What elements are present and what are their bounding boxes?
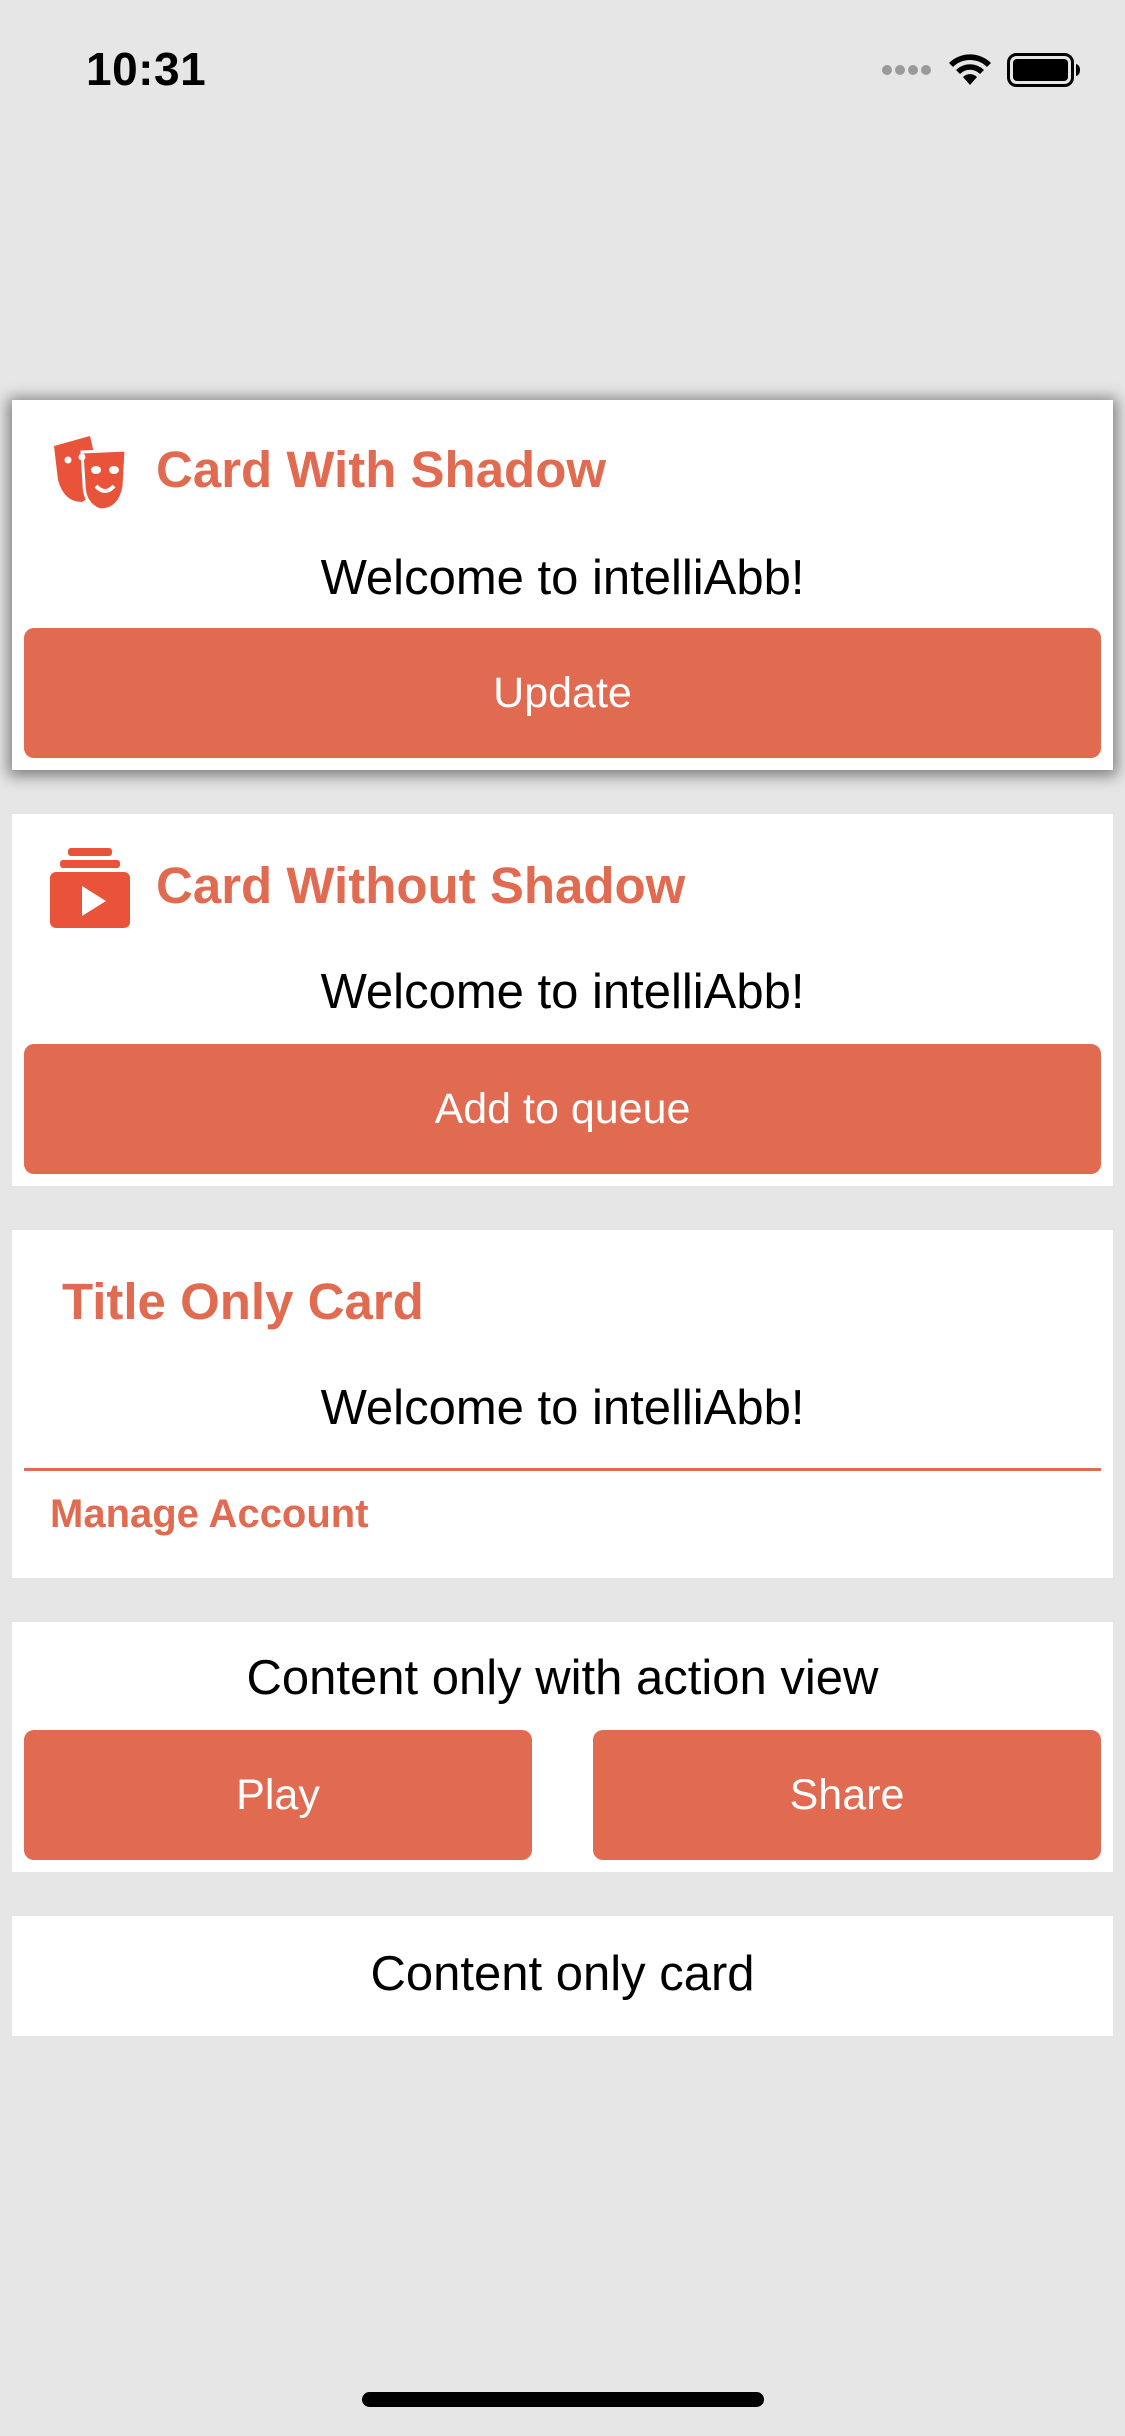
manage-account-link[interactable]: Manage Account [50, 1492, 369, 1537]
share-button[interactable]: Share [593, 1730, 1101, 1860]
card-title: Card Without Shadow [156, 857, 686, 914]
cellular-signal-icon [882, 65, 931, 75]
content-only-card: Content only card [12, 1916, 1113, 2036]
play-button[interactable]: Play [24, 1730, 532, 1860]
divider [24, 1468, 1101, 1471]
card-content: Welcome to intelliAbb! [320, 551, 805, 605]
add-to-queue-button[interactable]: Add to queue [24, 1044, 1101, 1174]
status-time: 10:31 [86, 43, 207, 95]
home-indicator[interactable] [362, 2392, 764, 2407]
video-queue-icon [50, 848, 130, 928]
card-content: Welcome to intelliAbb! [320, 965, 805, 1019]
card-title: Title Only Card [62, 1273, 424, 1330]
card-without-shadow: Card Without Shadow Welcome to intelliAb… [12, 814, 1113, 1186]
battery-icon [1007, 53, 1080, 87]
content-with-actions-card: Content only with action view Play Share [12, 1622, 1113, 1872]
card-with-shadow: Card With Shadow Welcome to intelliAbb! … [12, 400, 1113, 770]
card-title: Card With Shadow [156, 441, 607, 498]
card-content: Welcome to intelliAbb! [320, 1381, 805, 1435]
update-button[interactable]: Update [24, 628, 1101, 758]
status-icons [881, 50, 1081, 90]
card-content: Content only card [370, 1947, 755, 2001]
wifi-icon [949, 54, 991, 85]
status-bar: 10:31 [0, 0, 1125, 132]
theater-masks-icon [54, 436, 128, 512]
title-only-card: Title Only Card Welcome to intelliAbb! M… [12, 1230, 1113, 1578]
card-content: Content only with action view [246, 1651, 879, 1705]
